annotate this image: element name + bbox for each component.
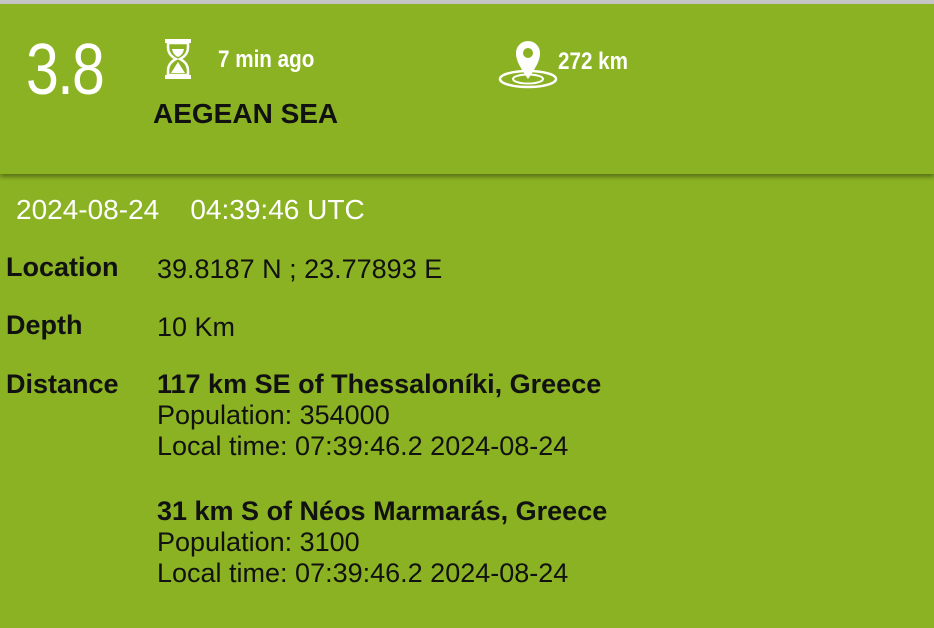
distance-from-user: 272 km: [558, 48, 629, 75]
time-ago-text: 7 min ago: [218, 46, 315, 73]
nearby-city-name: 117 km SE of Thessaloníki, Greece: [157, 369, 602, 399]
nearby-cities-list: 117 km SE of Thessaloníki, Greece Popula…: [157, 369, 607, 589]
location-label: Location: [6, 252, 119, 282]
nearby-city-population: Population: 3100: [157, 527, 360, 557]
event-datetime: 2024-08-24 04:39:46 UTC: [16, 194, 365, 225]
event-header: 3.8 7 min ago AEGEAN SEA 272 km: [0, 4, 934, 174]
event-details: 2024-08-24 04:39:46 UTC Location 39.8187…: [0, 176, 934, 628]
hourglass-icon: [165, 39, 191, 79]
region-name: AEGEAN SEA: [153, 98, 339, 129]
distance-label: Distance: [6, 369, 119, 399]
depth-label: Depth: [6, 310, 83, 340]
nearby-city-name: 31 km S of Néos Marmarás, Greece: [157, 496, 608, 526]
list-item: 31 km S of Néos Marmarás, Greece Populat…: [157, 496, 607, 589]
map-pin-icon: [498, 41, 558, 89]
nearby-city-local-time: Local time: 07:39:46.2 2024-08-24: [157, 558, 569, 588]
list-item: 117 km SE of Thessaloníki, Greece Popula…: [157, 369, 607, 462]
location-value: 39.8187 N ; 23.77893 E: [157, 254, 443, 284]
depth-value: 10 Km: [157, 312, 236, 342]
magnitude-value: 3.8: [26, 30, 105, 110]
nearby-city-local-time: Local time: 07:39:46.2 2024-08-24: [157, 431, 569, 461]
nearby-city-population: Population: 354000: [157, 400, 390, 430]
